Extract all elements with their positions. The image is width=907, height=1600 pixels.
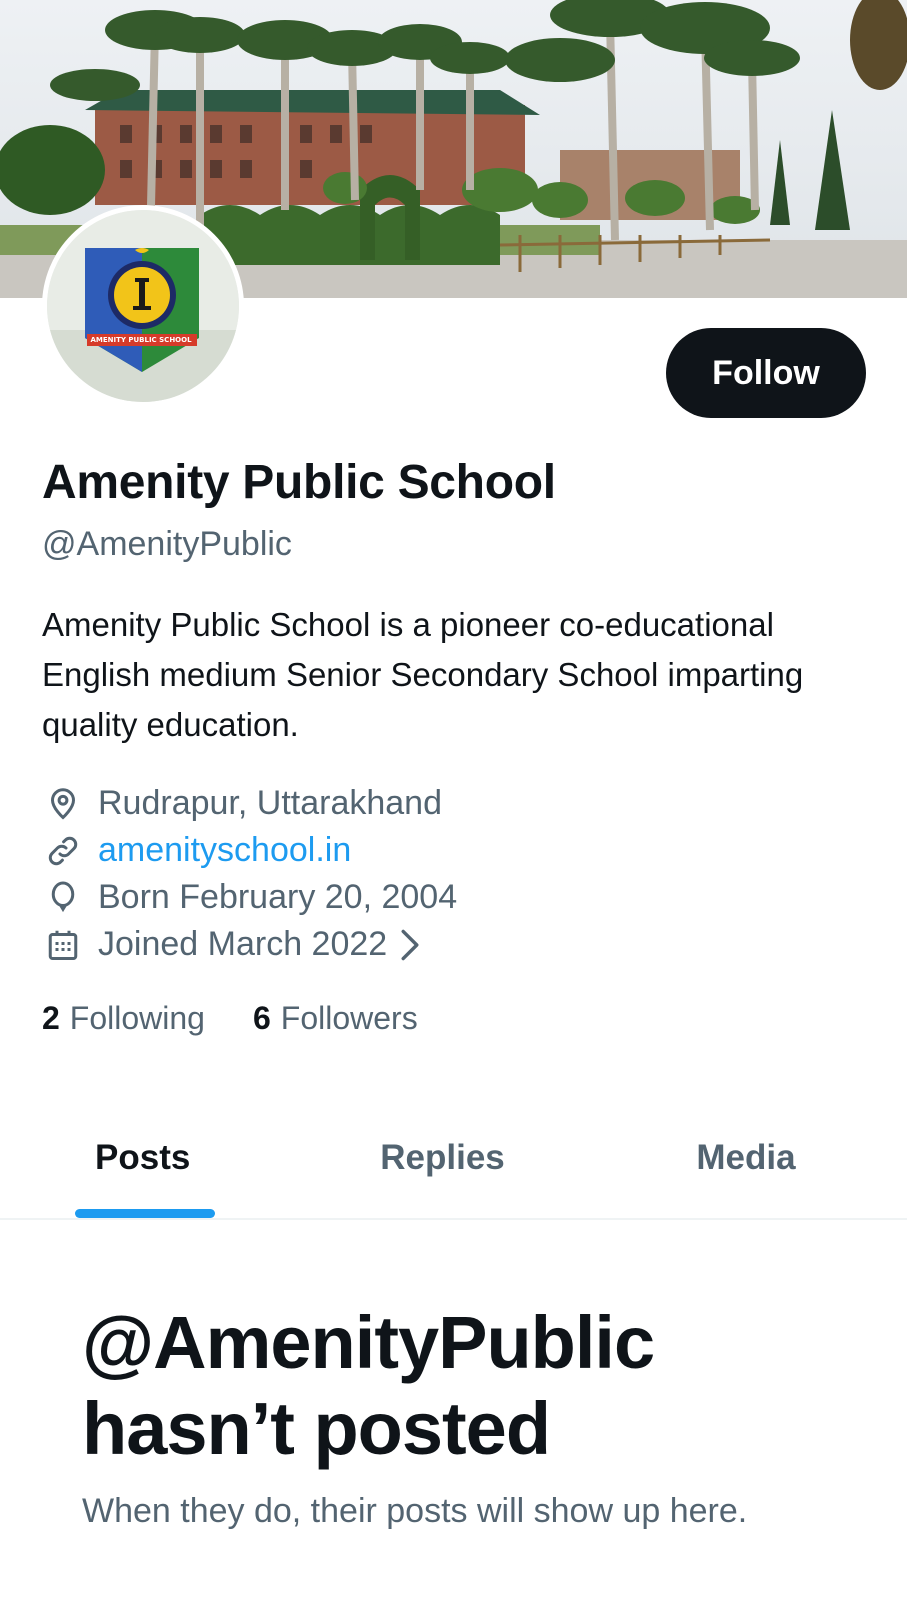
map-pin-icon [42, 783, 84, 825]
followers-label: Followers [280, 1000, 418, 1036]
followers-count: 6 [252, 1000, 271, 1036]
followers-link[interactable]: 6 Followers [253, 1000, 418, 1037]
location-row: Rudrapur, Uttarakhand [42, 780, 862, 827]
following-label: Following [69, 1000, 205, 1036]
follow-button[interactable]: Follow [666, 328, 866, 418]
profile-bio: Amenity Public School is a pioneer co-ed… [42, 606, 804, 743]
profile-stats: 2 Following 6 Followers [42, 1000, 466, 1037]
active-tab-indicator [75, 1209, 215, 1218]
birthday-text: Born February 20, 2004 [98, 878, 458, 916]
following-link[interactable]: 2 Following [42, 1000, 205, 1037]
tab-media-label: Media [696, 1138, 796, 1177]
profile-meta: Rudrapur, Uttarakhand amenityschool.in B… [42, 780, 862, 968]
link-icon [42, 830, 84, 872]
tab-replies[interactable]: Replies [300, 1098, 585, 1218]
profile-avatar[interactable]: AMENITY PUBLIC SCHOOL [42, 205, 244, 407]
joined-row[interactable]: Joined March 2022 [42, 921, 862, 968]
calendar-icon [42, 924, 84, 966]
profile-tabs: Posts Replies Media [0, 1098, 907, 1220]
tab-posts-label: Posts [95, 1138, 191, 1177]
tab-replies-label: Replies [380, 1138, 505, 1177]
school-logo-image: AMENITY PUBLIC SCHOOL [47, 210, 239, 402]
profile-handle: @AmenityPublic [42, 525, 292, 563]
birthday-row: Born February 20, 2004 [42, 874, 862, 921]
balloon-icon [42, 877, 84, 919]
tab-posts[interactable]: Posts [0, 1098, 300, 1218]
tab-media[interactable]: Media [585, 1098, 907, 1218]
empty-state-title: @AmenityPublic hasn’t posted [82, 1301, 655, 1470]
joined-text: Joined March 2022 [98, 925, 388, 963]
school-logo-text: AMENITY PUBLIC SCHOOL [90, 336, 192, 344]
empty-state-subtitle: When they do, their posts will show up h… [82, 1492, 748, 1530]
profile-name: Amenity Public School [42, 456, 556, 509]
following-count: 2 [42, 1000, 60, 1036]
website-row: amenityschool.in [42, 827, 862, 874]
chevron-right-icon[interactable] [399, 928, 421, 962]
website-link[interactable]: amenityschool.in [98, 831, 351, 870]
location-text: Rudrapur, Uttarakhand [98, 784, 442, 822]
